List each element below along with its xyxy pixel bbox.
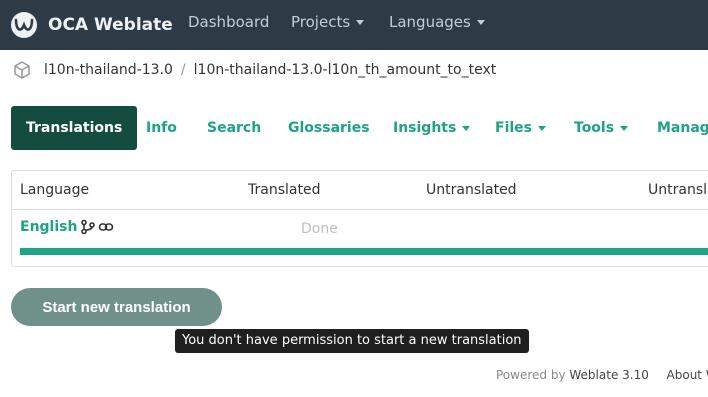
start-new-translation-button[interactable]: Start new translation	[11, 288, 222, 326]
chevron-down-icon	[538, 125, 546, 131]
tab-translations-label: Translations	[26, 120, 123, 136]
weblate-logo-icon	[11, 12, 37, 38]
nav-languages-label: Languages	[389, 13, 471, 31]
tab-manage[interactable]: Manage	[657, 106, 708, 150]
tab-info[interactable]: Info	[146, 106, 177, 150]
column-header-untranslated-words[interactable]: Untransla	[648, 171, 708, 209]
chevron-down-icon	[476, 20, 485, 25]
tab-translations[interactable]: Translations	[11, 106, 138, 150]
tab-info-label: Info	[146, 120, 177, 136]
nav-dashboard[interactable]: Dashboard	[188, 0, 269, 50]
language-link-english[interactable]: English	[20, 219, 77, 235]
nav-projects-label: Projects	[291, 13, 351, 31]
column-header-language[interactable]: Language	[20, 171, 89, 209]
nav-dashboard-label: Dashboard	[188, 13, 270, 31]
tab-files-label: Files	[495, 120, 532, 136]
footer-about-link[interactable]: About We	[667, 368, 708, 382]
column-header-translated[interactable]: Translated	[248, 171, 320, 209]
translation-progress-bar	[20, 248, 708, 255]
nav-projects[interactable]: Projects	[291, 0, 365, 50]
header-divider	[12, 209, 708, 210]
footer: Powered by Weblate 3.10 About We	[496, 368, 708, 382]
chevron-down-icon	[356, 20, 365, 25]
translations-table: Language Translated Untranslated Untrans…	[11, 170, 708, 267]
tab-manage-label: Manage	[657, 120, 708, 136]
chevron-down-icon	[620, 125, 629, 131]
permission-tooltip: You don't have permission to start a new…	[175, 329, 529, 353]
tab-files[interactable]: Files	[495, 106, 546, 150]
brand[interactable]: OCA Weblate	[10, 10, 173, 40]
tab-tools[interactable]: Tools	[574, 106, 629, 150]
tab-search[interactable]: Search	[207, 106, 261, 150]
status-done: Done	[301, 221, 338, 237]
table-row: English	[20, 219, 114, 235]
breadcrumb-project-link[interactable]: l10n-thailand-13.0	[44, 62, 173, 78]
brand-name: OCA Weblate	[48, 15, 173, 35]
footer-weblate-link[interactable]: Weblate 3.10	[569, 368, 648, 382]
tab-search-label: Search	[207, 120, 262, 136]
git-icon[interactable]	[80, 219, 96, 235]
top-navbar: OCA Weblate Dashboard Projects Languages	[0, 0, 708, 50]
footer-powered-by: Powered by	[496, 368, 566, 382]
breadcrumb: l10n-thailand-13.0 / l10n-thailand-13.0-…	[12, 56, 496, 84]
link-icon[interactable]	[98, 219, 114, 235]
tab-insights-label: Insights	[393, 120, 457, 136]
tab-glossaries[interactable]: Glossaries	[288, 106, 370, 150]
column-header-untranslated[interactable]: Untranslated	[426, 171, 517, 209]
tab-tools-label: Tools	[574, 120, 615, 136]
nav-languages[interactable]: Languages	[389, 0, 485, 50]
cube-icon	[14, 61, 30, 79]
tab-insights[interactable]: Insights	[393, 106, 471, 150]
breadcrumb-separator: /	[180, 62, 186, 78]
component-tabs: Translations Info Search Glossaries Insi…	[11, 106, 708, 150]
tab-glossaries-label: Glossaries	[288, 120, 370, 136]
chevron-down-icon	[462, 125, 471, 131]
breadcrumb-component-link[interactable]: l10n-thailand-13.0-l10n_th_amount_to_tex…	[194, 62, 497, 78]
